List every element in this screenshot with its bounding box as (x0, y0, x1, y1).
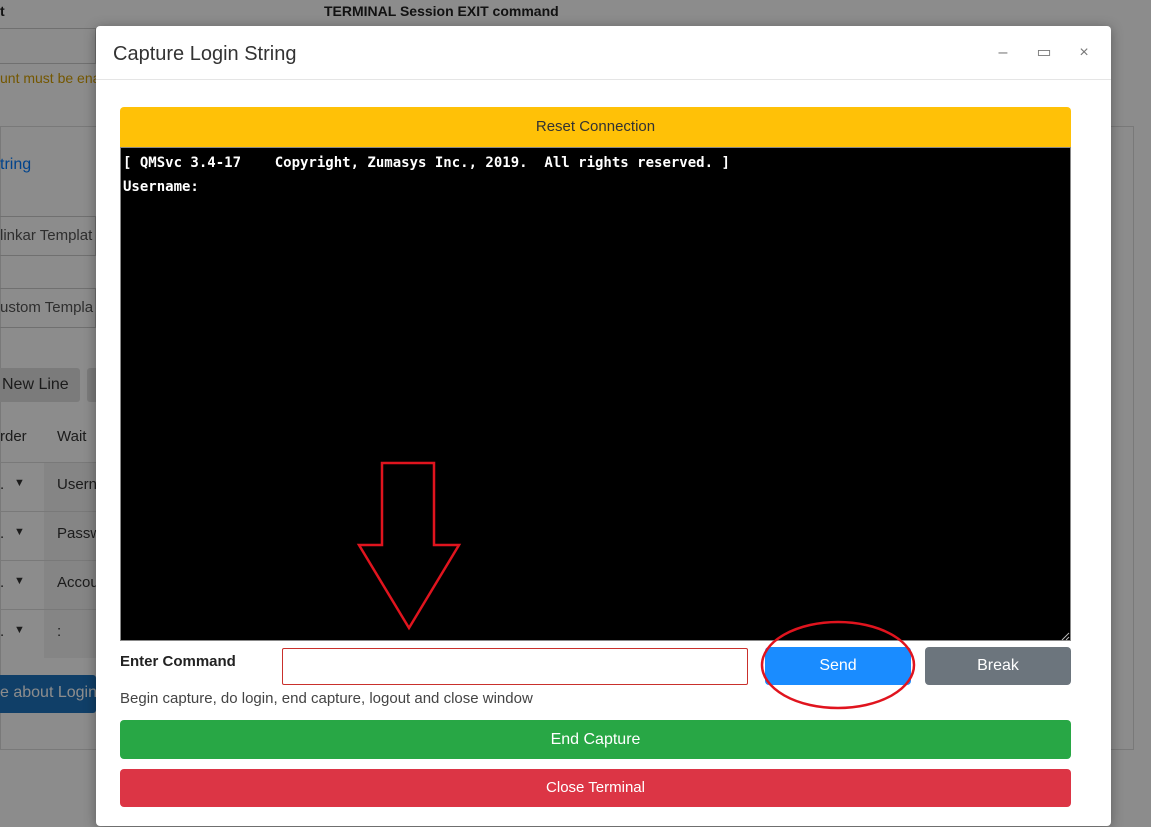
minimize-icon[interactable]: – (993, 43, 1013, 63)
capture-login-dialog: Capture Login String – ▭ × Reset Connect… (96, 26, 1111, 826)
reset-connection-button[interactable]: Reset Connection (120, 107, 1071, 147)
break-button[interactable]: Break (925, 647, 1071, 685)
dialog-title: Capture Login String (113, 43, 297, 65)
end-capture-button[interactable]: End Capture (120, 720, 1071, 759)
resize-grip-icon[interactable] (1060, 631, 1070, 641)
capture-hint-text: Begin capture, do login, end capture, lo… (120, 690, 533, 707)
dialog-header: Capture Login String – ▭ × (96, 26, 1111, 80)
send-button[interactable]: Send (765, 647, 911, 685)
enter-command-label: Enter Command (120, 653, 236, 670)
terminal-output[interactable]: [ QMSvc 3.4-17 Copyright, Zumasys Inc., … (120, 147, 1071, 641)
close-icon[interactable]: × (1074, 43, 1094, 63)
close-terminal-button[interactable]: Close Terminal (120, 769, 1071, 807)
command-input[interactable] (282, 648, 748, 685)
maximize-icon[interactable]: ▭ (1034, 43, 1054, 63)
